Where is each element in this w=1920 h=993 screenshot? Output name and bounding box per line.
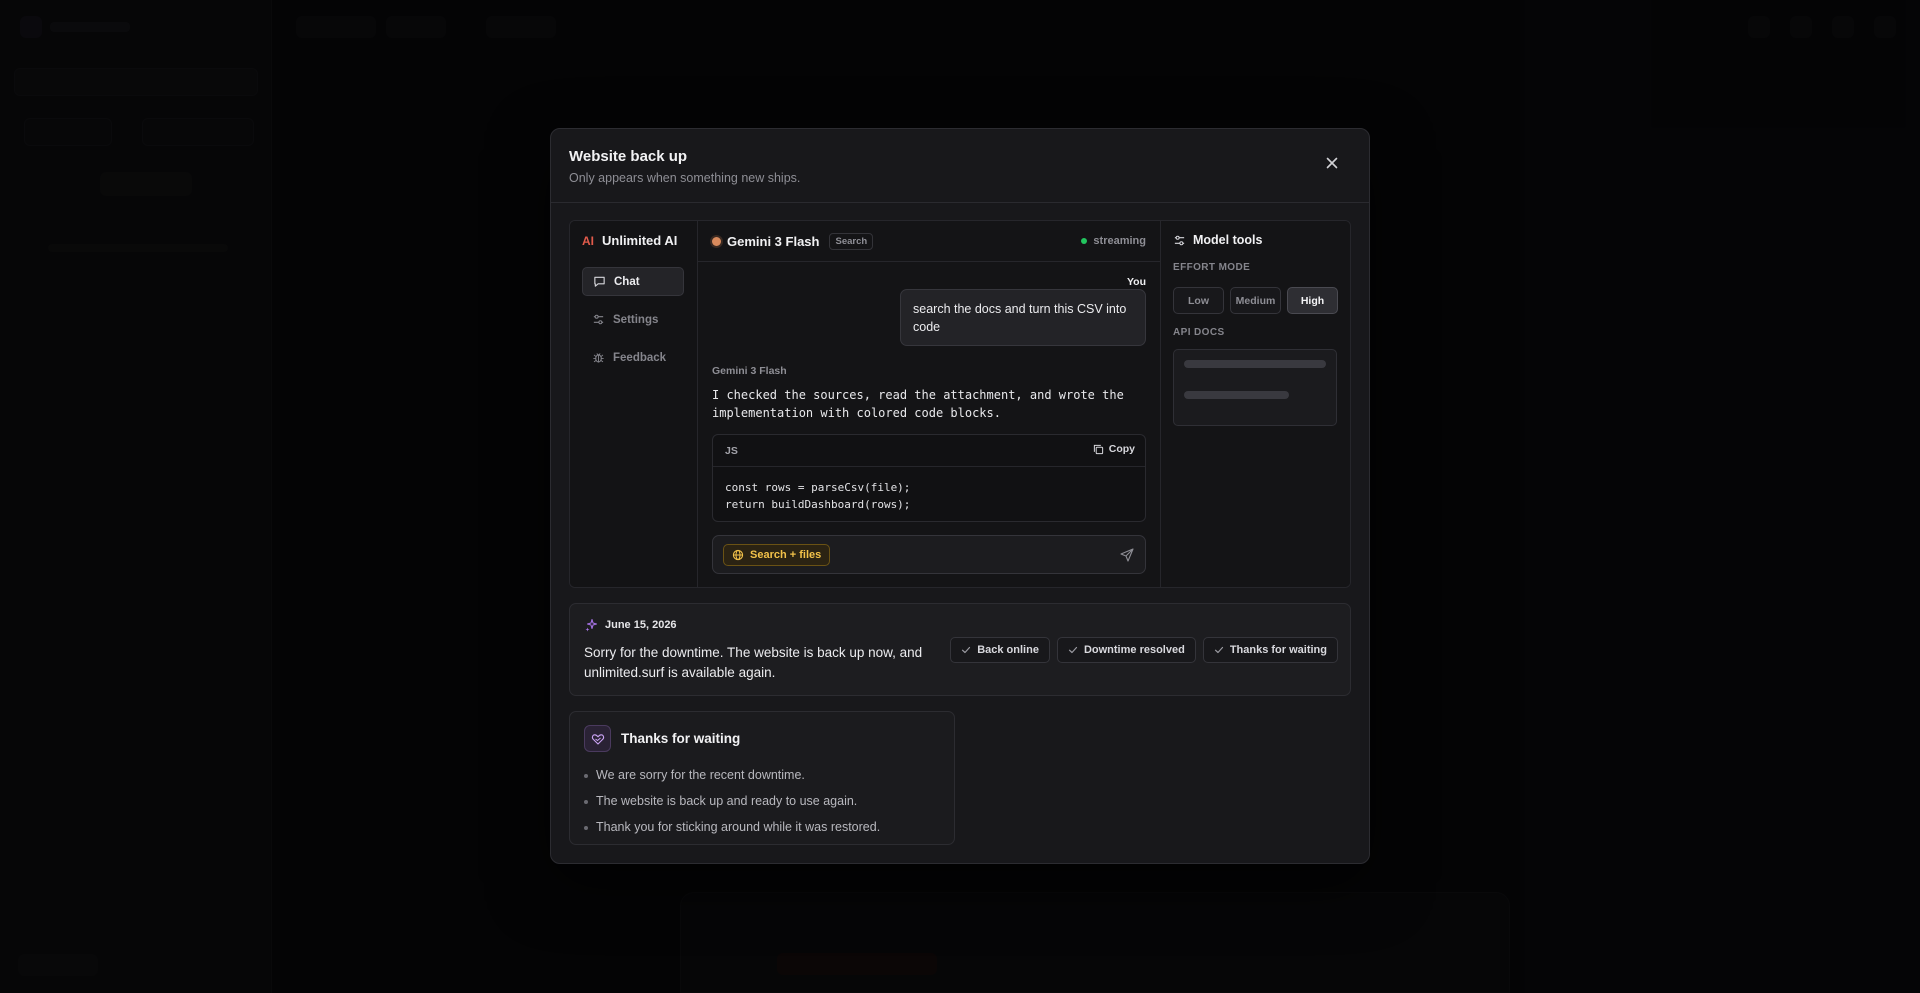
status-label: streaming (1093, 235, 1146, 247)
badge-downtime-resolved: Downtime resolved (1056, 637, 1196, 663)
tools-title-label: Model tools (1193, 233, 1263, 247)
assistant-message: I checked the sources, read the attachme… (712, 388, 1124, 420)
status-dot-icon (1081, 238, 1088, 244)
nav-item-feedback[interactable]: Feedback (582, 343, 684, 372)
code-line: return buildDashboard(rows); (725, 498, 911, 511)
stream-status: streaming (1081, 235, 1146, 247)
preview-brand: AI Unlimited AI (582, 233, 677, 248)
chat-composer[interactable]: Search + files (712, 535, 1146, 574)
check-icon (1214, 646, 1223, 654)
close-icon (1326, 157, 1338, 169)
code-line: const rows = parseCsv(file); (725, 481, 911, 494)
model-name: Gemini 3 Flash (727, 234, 820, 249)
user-label: You (1126, 276, 1146, 288)
badge-back-online: Back online (950, 637, 1050, 663)
preview-chat: Gemini 3 Flash Search streaming You sear… (698, 221, 1160, 587)
search-files-chip[interactable]: Search + files (723, 544, 831, 566)
modal-subtitle: Only appears when something new ships. (569, 171, 801, 185)
bug-icon (593, 353, 604, 363)
modal-header: Website back up Only appears when someth… (551, 129, 1369, 203)
sliders-icon (593, 314, 604, 325)
nav-item-chat[interactable]: Chat (582, 267, 684, 296)
heart-handshake-icon (584, 725, 611, 752)
code-block: JS Copy const rows = parseCsv(file); retu… (712, 434, 1146, 522)
list-item: The website is back up and ready to use … (584, 788, 880, 814)
send-button[interactable] (1119, 547, 1135, 563)
copy-button[interactable]: Copy (1093, 443, 1135, 455)
close-button[interactable] (1323, 154, 1341, 172)
copy-icon (1093, 444, 1103, 454)
effort-low-button[interactable]: Low (1173, 287, 1224, 314)
badge-thanks-for-waiting: Thanks for waiting (1202, 637, 1338, 663)
check-icon (962, 646, 971, 654)
skeleton-line (1184, 391, 1289, 399)
chat-icon (594, 276, 605, 287)
chip-label: Search + files (750, 549, 822, 561)
sparkles-icon (585, 618, 598, 632)
whats-new-modal: Website back up Only appears when someth… (550, 128, 1370, 864)
check-icon (1068, 646, 1078, 654)
send-icon (1120, 548, 1134, 562)
thanks-title: Thanks for waiting (621, 731, 741, 746)
nav-item-label: Chat (614, 275, 640, 288)
model-dot-icon (712, 237, 721, 246)
tools-title: Model tools (1173, 233, 1262, 247)
effort-high-button[interactable]: High (1287, 287, 1338, 314)
nav-item-label: Feedback (613, 351, 667, 364)
update-date-label: June 15, 2026 (605, 619, 677, 631)
api-docs-placeholder (1173, 349, 1337, 426)
brand-name: Unlimited AI (602, 233, 678, 248)
update-notice: June 15, 2026 Sorry for the downtime. Th… (569, 603, 1351, 696)
nav-item-label: Settings (613, 313, 659, 326)
update-message: Sorry for the downtime. The website is b… (584, 645, 923, 680)
list-item: We are sorry for the recent downtime. (584, 762, 880, 788)
badge-label: Thanks for waiting (1229, 644, 1327, 656)
skeleton-line (1184, 360, 1326, 368)
code-language: JS (725, 445, 738, 457)
api-docs-label: API DOCS (1173, 327, 1225, 338)
model-selector[interactable]: Gemini 3 Flash Search (712, 233, 874, 250)
globe-icon (732, 549, 744, 561)
thanks-list: We are sorry for the recent downtime. Th… (584, 762, 880, 840)
app-preview: AI Unlimited AI Chat Settings Feedback G… (569, 220, 1351, 588)
effort-medium-button[interactable]: Medium (1230, 287, 1281, 314)
user-message: search the docs and turn this CSV into c… (900, 289, 1146, 346)
effort-mode-label: EFFORT MODE (1173, 262, 1251, 273)
sliders-icon (1174, 235, 1185, 245)
copy-label: Copy (1108, 443, 1135, 455)
update-badges: Back online Downtime resolved Thanks for… (950, 637, 1338, 663)
code-header: JS Copy (713, 435, 1145, 467)
thanks-card: Thanks for waiting We are sorry for the … (569, 711, 955, 845)
nav-item-settings[interactable]: Settings (582, 305, 684, 334)
code-body: const rows = parseCsv(file); return build… (725, 479, 910, 513)
badge-label: Downtime resolved (1083, 644, 1185, 656)
assistant-label: Gemini 3 Flash (712, 365, 787, 377)
chat-topbar: Gemini 3 Flash Search streaming (698, 221, 1160, 262)
badge-label: Back online (977, 644, 1039, 656)
search-tag: Search (829, 233, 874, 250)
update-date: June 15, 2026 (584, 618, 677, 632)
modal-title: Website back up (569, 148, 688, 165)
list-item: Thank you for sticking around while it w… (584, 814, 880, 840)
model-tools-panel: Model tools EFFORT MODE Low Medium High … (1160, 221, 1350, 587)
brand-mark: AI (582, 233, 594, 248)
preview-sidebar: AI Unlimited AI Chat Settings Feedback (570, 221, 698, 587)
